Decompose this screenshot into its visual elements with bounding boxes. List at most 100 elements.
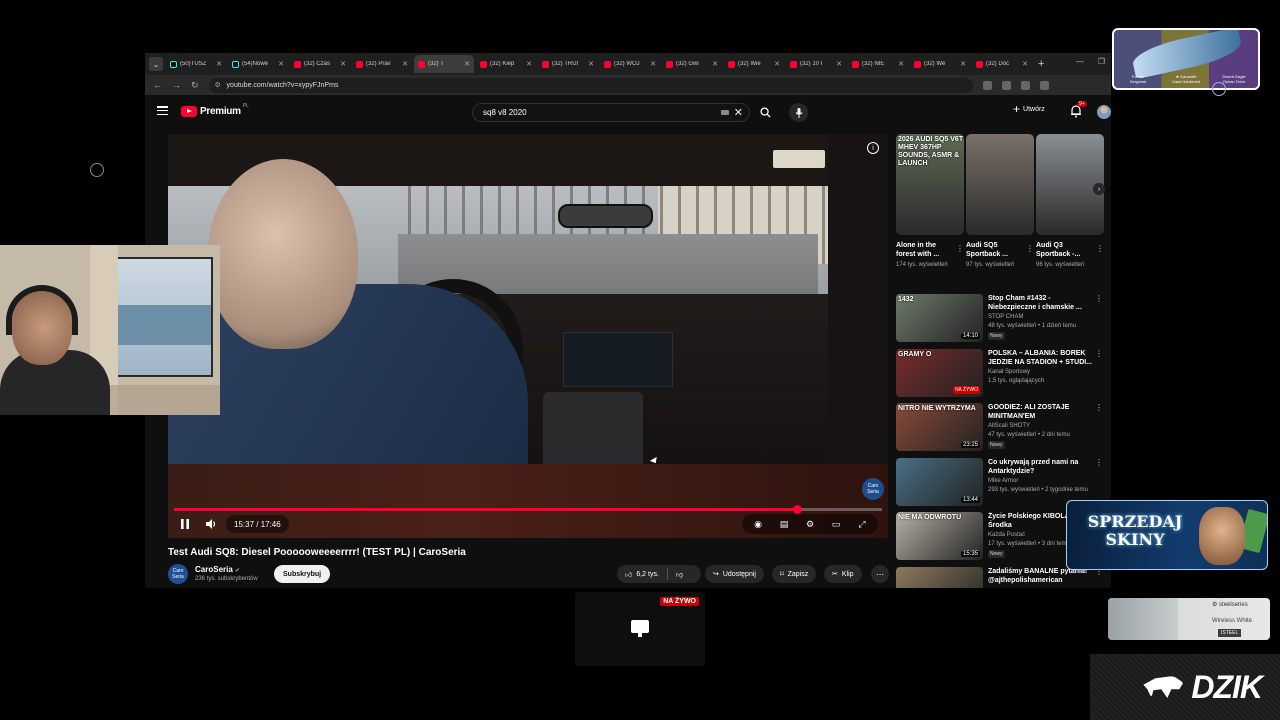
channel-watermark[interactable]: Caro Seria: [862, 478, 884, 500]
channel-name[interactable]: CaroSeria ✔: [195, 565, 240, 574]
clip-button[interactable]: ✂ Klip: [824, 565, 862, 583]
close-tab-icon[interactable]: ✕: [960, 60, 966, 68]
voice-search-button[interactable]: [789, 103, 808, 122]
maximize-icon[interactable]: ❐: [1098, 57, 1105, 66]
shorts-next-button[interactable]: ›: [1093, 183, 1105, 195]
browser-tab[interactable]: (32) We ✕: [910, 55, 970, 73]
channel-name[interactable]: Kanał Sportowy: [988, 369, 1030, 375]
browser-tab[interactable]: (50)TUSZ ✕: [166, 55, 226, 73]
close-tab-icon[interactable]: ✕: [402, 60, 408, 68]
browser-tab[interactable]: (54)Nowe ✕: [228, 55, 288, 73]
video-thumbnail[interactable]: GRAMY O NA ŻYWO: [896, 349, 983, 397]
video-thumbnail[interactable]: NITRO NIE WYTRZYMA 23:25: [896, 403, 983, 451]
browser-tab[interactable]: (32) Prav ✕: [352, 55, 412, 73]
short-card[interactable]: Audi SQ5 Sportback ... 97 tys. wyświetleń…: [966, 134, 1034, 269]
close-tab-icon[interactable]: ✕: [898, 60, 904, 68]
close-tab-icon[interactable]: ✕: [836, 60, 842, 68]
close-tab-icon[interactable]: ✕: [588, 60, 594, 68]
more-options-icon[interactable]: ⋮: [1095, 294, 1103, 303]
menu-icon[interactable]: [157, 106, 168, 115]
more-actions-button[interactable]: ⋯: [871, 565, 889, 583]
close-tab-icon[interactable]: ✕: [278, 60, 284, 68]
browser-tab[interactable]: (32) Gwi ✕: [662, 55, 722, 73]
thumbnail-caption: GRAMY O: [898, 351, 932, 358]
video-thumbnail[interactable]: [896, 567, 983, 588]
new-tab-button[interactable]: +: [1038, 58, 1044, 70]
recommended-video[interactable]: Zadaliśmy BANALNE pytania! @ajthepolisha…: [896, 567, 1103, 588]
clear-search-icon[interactable]: ✕: [734, 106, 743, 119]
browser-tab[interactable]: (32) NIE ✕: [848, 55, 908, 73]
tab-search-icon[interactable]: ⌄: [149, 57, 163, 71]
volume-button[interactable]: [202, 515, 220, 533]
channel-name[interactable]: AllScali SHOTY: [988, 423, 1030, 429]
browser-tab[interactable]: (32) 10 I ✕: [786, 55, 846, 73]
search-input[interactable]: sq8 v8 2020 ✕: [472, 103, 750, 122]
miniplayer-icon[interactable]: ▭: [828, 517, 844, 531]
browser-tab[interactable]: (32) TRUI ✕: [538, 55, 598, 73]
close-tab-icon[interactable]: ✕: [1022, 60, 1028, 68]
search-button[interactable]: [753, 103, 777, 122]
autoplay-toggle-icon[interactable]: ◉: [750, 517, 766, 531]
close-tab-icon[interactable]: ✕: [216, 60, 222, 68]
minimize-icon[interactable]: —: [1076, 57, 1084, 66]
info-icon[interactable]: i: [867, 142, 879, 154]
pause-button[interactable]: [176, 515, 194, 533]
more-options-icon[interactable]: ⋮: [1096, 244, 1104, 253]
save-button[interactable]: ⌑ Zapisz: [772, 565, 817, 583]
bookmark-star-icon[interactable]: [1020, 80, 1030, 90]
close-tab-icon[interactable]: ✕: [464, 60, 470, 68]
keyboard-icon[interactable]: [721, 110, 729, 115]
short-thumbnail[interactable]: [966, 134, 1034, 235]
url-field[interactable]: youtube.com/watch?v=xypyFJnPms: [208, 77, 973, 93]
video-thumbnail[interactable]: 13:44: [896, 458, 983, 506]
account-avatar[interactable]: [1097, 105, 1111, 119]
settings-gear-icon[interactable]: ⚙: [802, 517, 818, 531]
youtube-logo[interactable]: Premium PL: [181, 103, 249, 117]
share-button[interactable]: ↪ Udostępnij: [705, 565, 764, 583]
reload-icon[interactable]: ↻: [191, 80, 199, 91]
browser-tab[interactable]: (32) Wie ✕: [724, 55, 784, 73]
more-options-icon[interactable]: ⋮: [1095, 349, 1103, 358]
extensions-icon[interactable]: [1039, 80, 1049, 90]
like-button[interactable]: 👍︎ 6,2 tys.: [625, 570, 659, 579]
channel-name[interactable]: Każda Postać: [988, 532, 1025, 538]
close-tab-icon[interactable]: ✕: [340, 60, 346, 68]
channel-name[interactable]: Mike Armor: [988, 478, 1018, 484]
install-icon[interactable]: [1001, 80, 1011, 90]
close-tab-icon[interactable]: ✕: [774, 60, 780, 68]
subscribe-button[interactable]: Subskrybuj: [274, 565, 331, 583]
browser-tab[interactable]: (32) Kiep ✕: [476, 55, 536, 73]
create-button[interactable]: + Utwórz: [1013, 102, 1045, 116]
browser-tab[interactable]: (32) WOJ ✕: [600, 55, 660, 73]
browser-tab[interactable]: (32) Doc ✕: [972, 55, 1032, 73]
more-options-icon[interactable]: ⋮: [1095, 403, 1103, 412]
thumbs-down-icon[interactable]: 👎︎: [676, 570, 683, 579]
close-tab-icon[interactable]: ✕: [650, 60, 656, 68]
forward-icon[interactable]: →: [172, 80, 181, 90]
back-icon[interactable]: ←: [153, 80, 162, 90]
translate-icon[interactable]: [982, 80, 992, 90]
close-tab-icon[interactable]: ✕: [526, 60, 532, 68]
browser-tab[interactable]: (32) Czas ✕: [290, 55, 350, 73]
short-card[interactable]: Audi Q3 Sportback -... 96 tys. wyświetleń…: [1036, 134, 1104, 269]
close-tab-icon[interactable]: ✕: [712, 60, 718, 68]
channel-avatar[interactable]: Caro Seria: [168, 564, 188, 584]
video-player[interactable]: i Caro Seria 15:37 / 17:46 ◉ ▤ ⚙ ▭ ⤢: [168, 134, 888, 538]
plus-icon: +: [1013, 102, 1021, 116]
recommended-video[interactable]: GRAMY O NA ŻYWO POLSKA – ALBANIA: BOREK JE…: [896, 349, 1103, 401]
scrubber-handle[interactable]: [793, 505, 803, 514]
recommended-video[interactable]: NITRO NIE WYTRZYMA 23:25 GOODIEZ: ALI ZOST…: [896, 403, 1103, 455]
short-thumbnail[interactable]: 2026 AUDI SQ5 V6T MHEV 367HP SOUNDS, ASM…: [896, 134, 964, 235]
more-options-icon[interactable]: ⋮: [956, 244, 964, 253]
more-options-icon[interactable]: ⋮: [1095, 458, 1103, 467]
more-options-icon[interactable]: ⋮: [1026, 244, 1034, 253]
browser-tab[interactable]: (32) T ✕: [414, 55, 474, 73]
video-thumbnail[interactable]: NIE MA ODWROTU 15:35: [896, 512, 983, 560]
subtitles-icon[interactable]: ▤: [776, 517, 792, 531]
fullscreen-icon[interactable]: ⤢: [854, 517, 870, 531]
recommended-video[interactable]: 1432 14:10 Stop Cham #1432 - Niebezpieczne…: [896, 294, 1103, 346]
short-card[interactable]: 2026 AUDI SQ5 V6T MHEV 367HP SOUNDS, ASM…: [896, 134, 964, 269]
progress-bar[interactable]: [174, 505, 882, 514]
video-thumbnail[interactable]: 1432 14:10: [896, 294, 983, 342]
channel-name[interactable]: STOP CHAM: [988, 314, 1023, 320]
